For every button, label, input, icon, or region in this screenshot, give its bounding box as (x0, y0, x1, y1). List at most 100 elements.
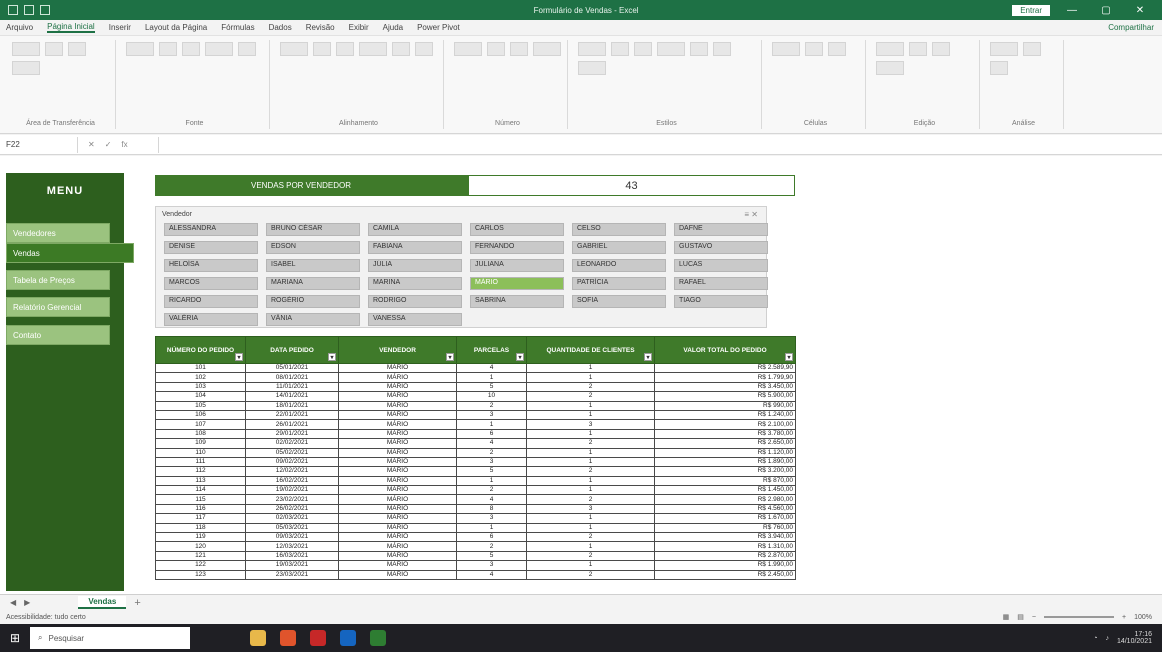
ribbon-tool-button[interactable] (713, 42, 731, 56)
slicer-chip[interactable]: MARINA (368, 277, 462, 290)
table-cell[interactable]: 2 (526, 494, 655, 505)
filter-dropdown-icon[interactable]: ▾ (516, 353, 524, 361)
slicer-chip[interactable]: FERNANDO (470, 241, 564, 254)
table-cell[interactable]: 6 (456, 428, 527, 440)
table-cell[interactable]: MÁRIO (338, 381, 457, 393)
slicer-chip[interactable]: SOFIA (572, 295, 666, 308)
table-cell[interactable]: MÁRIO (338, 550, 457, 562)
excel-taskbar-icon[interactable] (370, 630, 386, 646)
table-cell[interactable]: 108 (155, 428, 246, 440)
table-cell[interactable]: 1 (456, 372, 527, 383)
table-cell[interactable]: 103 (155, 381, 246, 393)
table-cell[interactable]: 106 (155, 409, 246, 421)
ribbon-tool-button[interactable] (876, 61, 904, 75)
sidebar-item[interactable]: Contato (6, 325, 110, 345)
table-cell[interactable]: 18/01/2021 (245, 400, 339, 411)
table-cell[interactable]: 112 (155, 466, 246, 477)
table-cell[interactable]: MÁRIO (338, 503, 457, 515)
slicer-chip[interactable]: PATRÍCIA (572, 277, 666, 290)
filter-dropdown-icon[interactable]: ▾ (785, 353, 793, 361)
table-cell[interactable]: R$ 3.200,00 (654, 466, 796, 477)
table-cell[interactable]: 118 (155, 522, 246, 534)
table-cell[interactable]: 23/03/2021 (245, 569, 339, 581)
table-cell[interactable]: 2 (526, 381, 655, 393)
volume-icon[interactable]: ♪ (1105, 635, 1109, 642)
table-cell[interactable]: 2 (456, 447, 527, 458)
table-cell[interactable]: 16/02/2021 (245, 475, 339, 487)
table-cell[interactable]: 10 (456, 391, 527, 402)
filter-dropdown-icon[interactable]: ▾ (235, 353, 243, 361)
sidebar-item[interactable]: Vendedores (6, 223, 110, 243)
table-cell[interactable]: 2 (526, 466, 655, 477)
slicer-chip[interactable]: MÁRIO (470, 277, 564, 290)
table-cell[interactable]: 1 (526, 409, 655, 421)
slicer-chip[interactable]: RAFAEL (674, 277, 768, 290)
table-cell[interactable]: 3 (526, 419, 655, 430)
table-cell[interactable]: R$ 5.900,00 (654, 391, 796, 402)
ribbon-tool-button[interactable] (159, 42, 177, 56)
slicer-chip[interactable]: GABRIEL (572, 241, 666, 254)
table-cell[interactable]: 3 (456, 513, 527, 524)
slicer-chip[interactable]: CAMILA (368, 223, 462, 236)
table-cell[interactable]: 23/02/2021 (245, 494, 339, 505)
ribbon-tool-button[interactable] (510, 42, 528, 56)
sidebar-item[interactable]: Relatório Gerencial (6, 297, 110, 317)
ribbon-tab[interactable]: Layout da Página (145, 23, 207, 32)
ribbon-tool-button[interactable] (238, 42, 256, 56)
slicer-chip[interactable]: RICARDO (164, 295, 258, 308)
table-cell[interactable]: 1 (456, 419, 527, 430)
table-cell[interactable]: MÁRIO (338, 485, 457, 496)
ribbon-tool-button[interactable] (805, 42, 823, 56)
table-cell[interactable]: 2 (526, 391, 655, 402)
filter-dropdown-icon[interactable]: ▾ (446, 353, 454, 361)
ribbon-tool-button[interactable] (454, 42, 482, 56)
ribbon-tool-button[interactable] (932, 42, 950, 56)
table-cell[interactable]: 1 (526, 428, 655, 440)
table-cell[interactable]: 2 (456, 485, 527, 496)
table-cell[interactable]: MÁRIO (338, 456, 457, 468)
ribbon-tool-button[interactable] (359, 42, 387, 56)
table-cell[interactable]: 102 (155, 372, 246, 383)
zoom-level[interactable]: 100% (1134, 614, 1152, 621)
ribbon-tab[interactable]: Revisão (306, 23, 335, 32)
table-cell[interactable]: 09/02/2021 (245, 456, 339, 468)
table-cell[interactable]: 12/02/2021 (245, 466, 339, 477)
table-cell[interactable]: R$ 4.560,00 (654, 503, 796, 515)
ribbon-tool-button[interactable] (126, 42, 154, 56)
page-layout-icon[interactable]: ▤ (1017, 613, 1024, 621)
table-cell[interactable]: 1 (526, 362, 655, 374)
table-cell[interactable]: 6 (456, 532, 527, 543)
slicer-chip[interactable]: ROGÉRIO (266, 295, 360, 308)
ribbon-tool-button[interactable] (12, 61, 40, 75)
slicer-chip[interactable]: MARCOS (164, 277, 258, 290)
ribbon-tab[interactable]: Inserir (109, 23, 131, 32)
add-sheet-icon[interactable]: + (134, 597, 140, 609)
ribbon-tool-button[interactable] (392, 42, 410, 56)
table-cell[interactable]: MÁRIO (338, 475, 457, 487)
table-cell[interactable]: MÁRIO (338, 391, 457, 402)
table-cell[interactable]: R$ 3.940,00 (654, 532, 796, 543)
slicer-chip[interactable]: LEONARDO (572, 259, 666, 272)
table-cell[interactable]: 4 (456, 569, 527, 581)
ribbon-tool-button[interactable] (1023, 42, 1041, 56)
table-cell[interactable]: 1 (456, 522, 527, 534)
table-cell[interactable]: 1 (526, 372, 655, 383)
slicer-chip[interactable]: FABIANA (368, 241, 462, 254)
column-header[interactable]: NÚMERO DO PEDIDO ▾ (155, 336, 246, 364)
maximize-icon[interactable]: ▢ (1094, 5, 1118, 16)
ribbon-tab[interactable]: Ajuda (383, 23, 403, 32)
formula-input[interactable] (158, 136, 1162, 153)
slicer-chip[interactable]: BRUNO CÉSAR (266, 223, 360, 236)
sidebar-item[interactable]: Vendas (6, 243, 134, 263)
slicer-chip[interactable]: SABRINA (470, 295, 564, 308)
worksheet[interactable]: MENU Vendedores Vendas Tabela de Preços Rel… (0, 156, 1162, 594)
table-cell[interactable]: R$ 1.990,00 (654, 560, 796, 571)
table-cell[interactable]: MÁRIO (338, 466, 457, 477)
table-cell[interactable]: MÁRIO (338, 372, 457, 383)
ribbon-tab[interactable]: Exibir (349, 23, 369, 32)
table-cell[interactable]: 2 (456, 400, 527, 411)
slicer-chip[interactable]: CELSO (572, 223, 666, 236)
ribbon-tool-button[interactable] (533, 42, 561, 56)
table-cell[interactable]: 2 (526, 550, 655, 562)
table-cell[interactable]: 3 (456, 456, 527, 468)
